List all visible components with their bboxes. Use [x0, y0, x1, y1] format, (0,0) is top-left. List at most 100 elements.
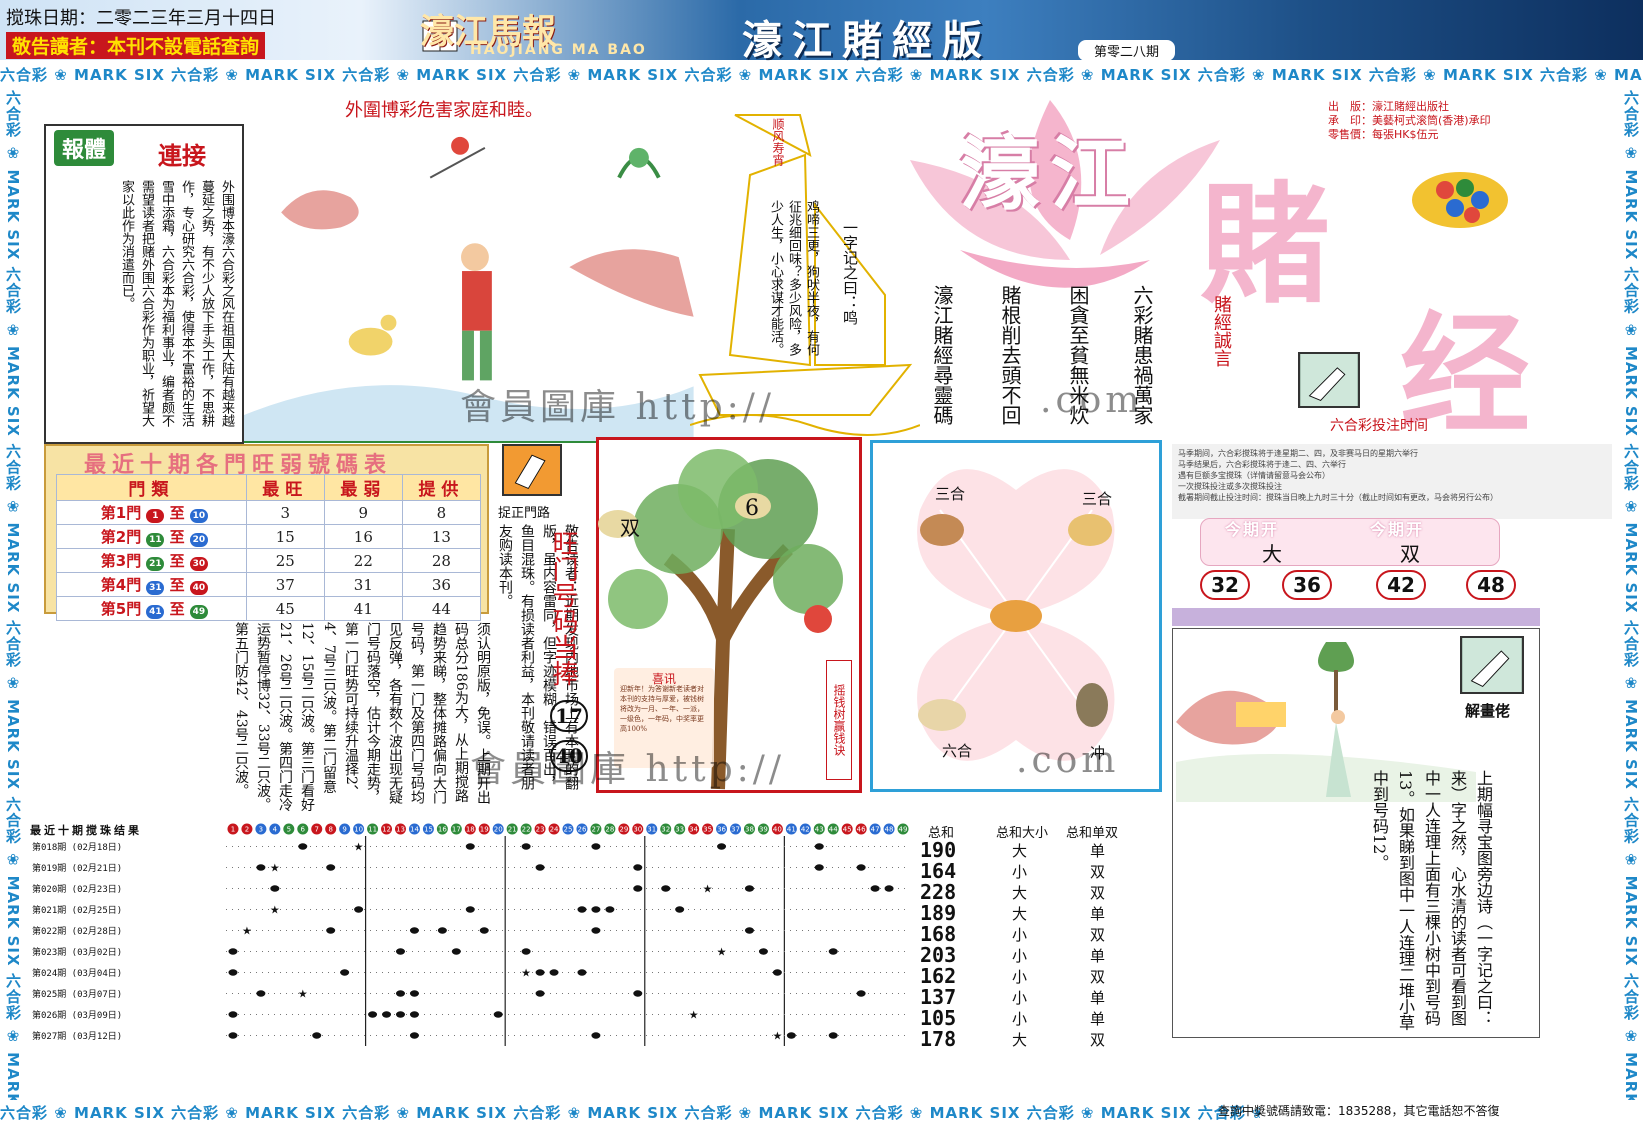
paper-logo-en: HAOJIANG MA BAO — [470, 42, 647, 58]
drawn-ball-mark — [228, 1011, 238, 1018]
ball-header-number: 45 — [843, 826, 852, 834]
watermark: 會員圖庫 http:// — [460, 387, 775, 428]
bet-time-note: 遇有巨额多宝搅珠（详情请留意马会公布） — [1178, 471, 1330, 480]
tree-right-label: 6 — [745, 496, 759, 521]
drawn-ball-mark — [521, 843, 531, 850]
ball-header-number: 14 — [410, 826, 419, 834]
gate-name: 第5門 — [100, 600, 142, 618]
drawn-ball-mark — [521, 948, 531, 955]
period-label: 第021期 (02月25日) — [32, 904, 122, 916]
gate-cell: 第1門 1 至 10 — [56, 500, 247, 525]
sum-parity: 双 — [1090, 1031, 1106, 1049]
ball-header-number: 35 — [703, 826, 712, 834]
drawn-ball-mark — [605, 906, 615, 913]
drawn-ball-mark — [395, 948, 405, 955]
period-label: 第024期 (03月04日) — [32, 967, 122, 979]
ball-header-number: 34 — [689, 826, 698, 834]
drawn-ball-mark — [340, 969, 350, 976]
ball-header-number: 2 — [245, 826, 249, 834]
drawn-ball-mark — [409, 990, 419, 997]
period-label: 第018期 (02月18日) — [32, 841, 122, 853]
ball-header-number: 17 — [452, 826, 461, 834]
drawn-ball-mark — [368, 1011, 378, 1018]
drawn-ball-mark — [828, 1032, 838, 1039]
motto-column-4: 濠江賭經尋靈碼 — [930, 285, 954, 425]
watermark: 會員圖庫 http:// — [470, 749, 785, 790]
cold-cell: 31 — [323, 572, 403, 597]
ball-header-number: 24 — [550, 826, 559, 834]
sum-parity: 双 — [1090, 884, 1106, 902]
gate-cell: 第2門 11 至 20 — [56, 524, 247, 549]
bottom-border-band: 六合彩 ❀ MARK SIX 六合彩 ❀ MARK SIX 六合彩 ❀ MARK… — [0, 1104, 1260, 1122]
drawn-ball-mark — [744, 927, 754, 934]
ball-header-number: 30 — [633, 826, 642, 834]
drawn-ball-mark — [591, 906, 601, 913]
drawn-ball-mark — [409, 927, 419, 934]
ball-header-number: 36 — [717, 826, 726, 834]
sum-size: 小 — [1012, 863, 1028, 881]
drawn-ball-mark — [228, 1032, 238, 1039]
period-label: 第027期 (03月12日) — [32, 1030, 122, 1042]
range-from: 31 — [146, 581, 165, 595]
draw-history-chart: 第018期 (02月18日) ★ 第019期 (02月21日) ★ 第020期 (02月… — [32, 836, 910, 1046]
hot-cell: 15 — [245, 524, 325, 549]
table-row: 第1門 1 至 10 3 9 8 — [56, 500, 482, 525]
ball-header-number: 19 — [480, 826, 489, 834]
period-label: 第020期 (02月23日) — [32, 883, 122, 895]
result-label-parity: 今期开 — [1370, 520, 1425, 539]
publisher-line: 出 版：濠江賭經出版社 — [1328, 100, 1449, 113]
ball-number-header: 1 2 3 4 5 6 7 8 9 10 11 12 13 14 15 16 17 18 19 20 21 22 23 24 2… — [227, 823, 909, 835]
sum-parity: 单 — [1090, 1010, 1106, 1028]
sail-flag-text: 顺风寿宵 — [771, 118, 785, 166]
drawn-ball-mark — [856, 990, 866, 997]
special-ball-mark: ★ — [772, 1030, 782, 1043]
tip-cell: 13 — [401, 524, 482, 549]
special-ball-mark: ★ — [521, 967, 531, 980]
drawn-ball-mark — [326, 864, 336, 871]
riddle-label: 解畫佬 — [1465, 702, 1511, 720]
sum-size: 大 — [1012, 884, 1028, 902]
sum-value: 178 — [920, 1027, 957, 1051]
ball-header-number: 44 — [829, 826, 838, 834]
ball-header-number: 27 — [591, 826, 600, 834]
sum-size: 大 — [1012, 905, 1028, 923]
tree-sign-title: 喜讯 — [651, 672, 676, 686]
drawn-ball-mark — [633, 990, 643, 997]
ball-header-number: 28 — [605, 826, 614, 834]
hot-cell: 37 — [245, 572, 325, 597]
ball-header-number: 41 — [787, 826, 796, 834]
news-text: 外围博本濠六合彩之风在祖国大陆有越来越蔓延之势，有不少人放下手头工作，不思耕作，… — [119, 180, 234, 427]
drawn-ball-mark — [465, 906, 475, 913]
ball-header-number: 37 — [731, 826, 740, 834]
result-size: 大 — [1262, 542, 1282, 566]
ball-header-number: 7 — [315, 826, 319, 834]
special-ball-mark: ★ — [242, 925, 252, 938]
drawn-ball-mark — [633, 885, 643, 892]
special-ball-mark: ★ — [703, 883, 713, 896]
drawn-ball-mark — [451, 948, 461, 955]
range-to: 10 — [189, 509, 208, 523]
table-row: 第5門 41 至 49 45 41 44 — [56, 596, 482, 621]
ball-header-number: 15 — [424, 826, 433, 834]
period-label: 第019期 (02月21日) — [32, 862, 122, 874]
range-sep: 至 — [169, 600, 185, 618]
drawn-ball-mark — [591, 1032, 601, 1039]
drawn-ball-mark — [884, 885, 894, 892]
drawn-ball-mark — [395, 990, 405, 997]
ball-header-number: 32 — [661, 826, 670, 834]
tip-cell: 28 — [401, 548, 482, 573]
watermark: .com — [1040, 380, 1144, 421]
table-row: 第2門 11 至 20 15 16 13 — [56, 524, 482, 549]
sum-parity: 双 — [1090, 863, 1106, 881]
drawn-ball-mark — [828, 948, 838, 955]
result-number: 48 — [1466, 570, 1516, 600]
cold-cell: 16 — [323, 524, 403, 549]
drawn-ball-mark — [814, 843, 824, 850]
ball-header-number: 46 — [857, 826, 866, 834]
ball-header-number: 48 — [885, 826, 894, 834]
drawn-ball-mark — [298, 843, 308, 850]
drawn-ball-mark — [717, 843, 727, 850]
ball-header-number: 31 — [647, 826, 656, 834]
range-sep: 至 — [169, 504, 185, 522]
special-ball-mark: ★ — [689, 1009, 699, 1022]
